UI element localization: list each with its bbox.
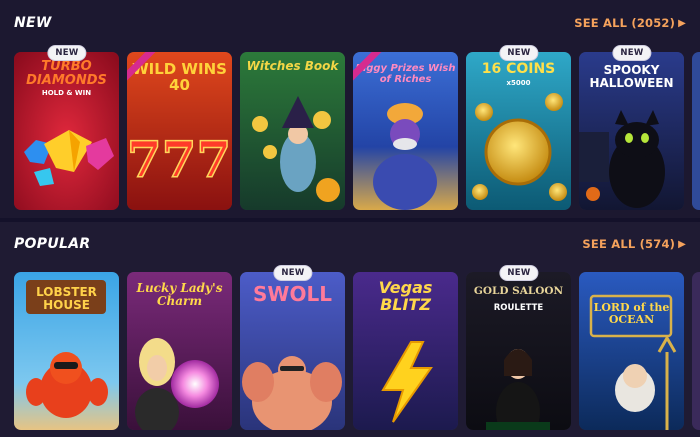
lord-of-the-ocean-title: LORD of the OCEAN: [593, 301, 670, 326]
game-card-swoll[interactable]: SWOLL: [240, 272, 345, 430]
next-card-peek[interactable]: [692, 272, 700, 430]
piggy-prizes-title: Piggy Prizes Wish of Riches: [355, 63, 456, 85]
new-badge: NEW: [612, 45, 652, 61]
lord-of-the-ocean-artwork: [579, 272, 684, 430]
gold-saloon-subtitle: ROULETTE: [493, 303, 544, 313]
game-card-vegas-blitz[interactable]: Vegas BLITZ: [353, 272, 458, 430]
lucky-ladys-charm-title: Lucky Lady's Charm: [136, 281, 223, 308]
new-see-all-link[interactable]: SEE ALL (2052) ▶: [574, 16, 686, 30]
game-card-wild-wins-40[interactable]: 777 WILD WINS 40: [127, 52, 232, 210]
popular-games-section: POPULAR SEE ALL (574) ▶ LOBSTER HOUSE Lu…: [0, 222, 700, 437]
new-section-title: NEW: [14, 15, 52, 31]
game-card-lord-of-the-ocean[interactable]: LORD of the OCEAN: [579, 272, 684, 430]
new-badge: NEW: [499, 265, 539, 281]
popular-see-all-label: SEE ALL (574): [582, 237, 676, 251]
game-card-turbo-diamonds[interactable]: TURBO DIAMONDS HOLD & WIN: [14, 52, 119, 210]
popular-section-header: POPULAR SEE ALL (574) ▶: [0, 236, 700, 256]
new-section-header: NEW SEE ALL (2052) ▶: [0, 15, 700, 35]
game-card-lucky-ladys-charm[interactable]: Lucky Lady's Charm: [127, 272, 232, 430]
swoll-title: SWOLL: [253, 282, 332, 306]
new-badge: NEW: [273, 265, 313, 281]
new-badge: NEW: [499, 45, 539, 61]
game-card-spooky-halloween[interactable]: SPOOKY HALLOWEEN: [579, 52, 684, 210]
sixteen-coins-subtitle: x5000: [506, 79, 531, 87]
wild-wins-title: WILD WINS 40: [132, 60, 227, 94]
new-see-all-label: SEE ALL (2052): [574, 16, 676, 30]
game-card-gold-saloon-roulette[interactable]: GOLD SALOON ROULETTE: [466, 272, 571, 430]
lobster-house-title: LOBSTER HOUSE: [36, 285, 97, 312]
next-card-peek[interactable]: [692, 52, 700, 210]
witches-book-title: Witches Book: [246, 59, 339, 73]
turbo-diamonds-subtitle: HOLD & WIN: [41, 89, 92, 97]
witches-book-artwork: [240, 52, 345, 210]
vegas-blitz-title: Vegas BLITZ: [378, 278, 433, 314]
new-games-row: TURBO DIAMONDS HOLD & WIN 777 WILD WINS …: [14, 45, 700, 210]
sixteen-coins-title: 16 COINS: [481, 61, 556, 77]
popular-see-all-link[interactable]: SEE ALL (574) ▶: [582, 237, 686, 251]
gold-saloon-title: GOLD SALOON: [473, 285, 564, 297]
game-card-piggy-prizes[interactable]: Piggy Prizes Wish of Riches: [353, 52, 458, 210]
new-badge: NEW: [47, 45, 87, 61]
popular-section-title: POPULAR: [14, 236, 91, 252]
turbo-diamonds-title: TURBO DIAMONDS: [26, 59, 107, 88]
chevron-right-icon: ▶: [678, 238, 686, 250]
chevron-right-icon: ▶: [678, 17, 686, 29]
popular-games-row: LOBSTER HOUSE Lucky Lady's Charm SWOLL V…: [14, 265, 700, 430]
spooky-halloween-title: SPOOKY HALLOWEEN: [589, 63, 674, 90]
game-card-16-coins[interactable]: 16 COINS x5000: [466, 52, 571, 210]
svg-text:777: 777: [127, 130, 231, 189]
game-card-lobster-house[interactable]: LOBSTER HOUSE: [14, 272, 119, 430]
game-card-witches-book[interactable]: Witches Book: [240, 52, 345, 210]
new-games-section: NEW SEE ALL (2052) ▶ TURBO DIAMONDS HOLD…: [0, 0, 700, 222]
